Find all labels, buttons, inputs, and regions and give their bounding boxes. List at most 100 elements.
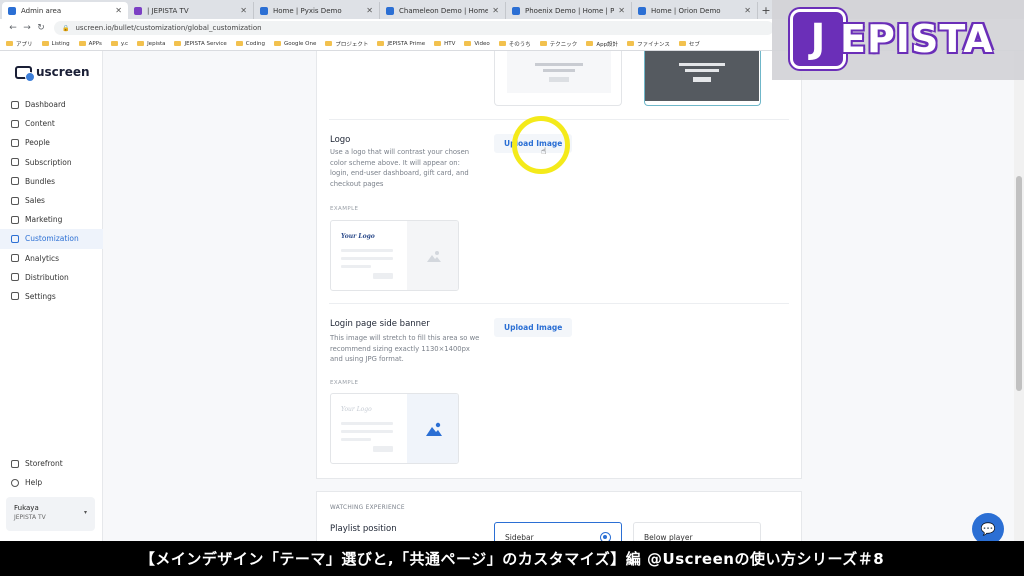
sidebar-item-analytics[interactable]: Analytics xyxy=(0,249,103,268)
reload-icon[interactable]: ↻ xyxy=(34,23,48,33)
bookmark-item[interactable]: Google One xyxy=(274,41,316,47)
bookmark-label: JEPISTA Prime xyxy=(387,40,426,47)
light-theme-preview xyxy=(507,51,611,93)
sidebar-item-label: Analytics xyxy=(25,253,60,263)
example-logo-text: Your Logo xyxy=(341,233,375,240)
bookmark-item[interactable]: プロジェクト xyxy=(325,40,368,48)
folder-icon xyxy=(678,41,686,46)
content-icon xyxy=(11,119,19,128)
tab-favicon-icon xyxy=(8,6,16,15)
close-icon[interactable]: ✕ xyxy=(744,6,751,15)
section-divider xyxy=(329,119,789,120)
bookmark-label: そのうち xyxy=(508,41,531,48)
bookmark-item[interactable]: そのうち xyxy=(498,40,531,48)
sidebar-bottom-nav: Storefront Help xyxy=(0,454,103,492)
brand-logo[interactable]: uscreen xyxy=(15,65,90,82)
account-switcher[interactable]: Fukaya JEPISTA TV ▾ xyxy=(6,497,95,531)
sidebar-item-settings[interactable]: Settings xyxy=(0,287,103,306)
browser-tab[interactable]: Home | Pyxis Demo ✕ xyxy=(254,2,380,19)
sidebar-item-customization[interactable]: Customization xyxy=(0,229,103,249)
close-icon[interactable]: ✕ xyxy=(492,6,499,15)
browser-tab[interactable]: | JEPISTA TV ✕ xyxy=(128,2,254,19)
bookmark-item[interactable]: セブ xyxy=(678,40,700,48)
bookmark-label: HTV xyxy=(444,40,456,47)
page-scrollbar[interactable] xyxy=(1014,51,1024,541)
browser-tab[interactable]: Home | Orion Demo ✕ xyxy=(632,2,758,19)
sidebar-item-people[interactable]: People xyxy=(0,133,103,152)
jepista-logo-mark: J xyxy=(790,9,846,69)
bookmark-item[interactable]: アプリ xyxy=(6,40,33,48)
dashboard-icon xyxy=(11,100,19,109)
logo-section-title: Logo xyxy=(330,135,351,145)
folder-icon xyxy=(325,41,333,46)
jepista-logo: J EPISTA xyxy=(790,8,1012,70)
browser-tab[interactable]: Chameleon Demo | Home ✕ xyxy=(380,2,506,19)
sidebar-item-subscription[interactable]: Subscription xyxy=(0,153,103,172)
sidebar-item-distribution[interactable]: Distribution xyxy=(0,268,103,287)
bookmark-item[interactable]: Listing xyxy=(41,41,70,47)
sidebar-item-content[interactable]: Content xyxy=(0,114,103,133)
close-icon[interactable]: ✕ xyxy=(366,6,373,15)
theme-option-dark[interactable] xyxy=(644,51,761,106)
folder-icon xyxy=(78,41,86,46)
url-input[interactable]: 🔒 uscreen.io/bullet/customization/global… xyxy=(54,21,774,35)
bookmark-item[interactable]: Jepista xyxy=(137,41,165,47)
banner-section-description: This image will stretch to fill this are… xyxy=(330,334,480,363)
bookmark-item[interactable]: HTV xyxy=(434,41,455,47)
bookmark-item[interactable]: テクニック xyxy=(539,40,577,48)
sidebar-item-sales[interactable]: Sales xyxy=(0,191,103,210)
tab-label: Phoenix Demo | Home | Phoenix xyxy=(525,6,615,15)
upload-banner-button[interactable]: Upload Image xyxy=(494,318,573,337)
bookmark-item[interactable]: JEPISTA Prime xyxy=(377,41,425,47)
bookmark-item[interactable]: JEPISTA Service xyxy=(174,41,227,47)
sidebar-nav: Dashboard Content People Subscription Bundle… xyxy=(0,95,103,306)
sidebar-item-label: People xyxy=(25,138,50,148)
playlist-position-title: Playlist position xyxy=(330,524,397,534)
watching-section-label: WATCHING EXPERIENCE xyxy=(330,505,405,511)
video-subtitle: 【メインデザイン「テーマ」選びと,「共通ページ」のカスタマイズ】編 @Uscre… xyxy=(0,541,1024,576)
close-icon[interactable]: ✕ xyxy=(240,6,247,15)
bookmark-item[interactable]: y.c xyxy=(110,41,128,47)
folder-icon xyxy=(586,41,594,46)
bookmark-item[interactable]: APPs xyxy=(78,41,102,47)
chevron-down-icon: ▾ xyxy=(83,509,87,516)
sidebar-item-label: Help xyxy=(25,478,43,488)
tab-favicon-icon xyxy=(512,6,520,15)
folder-icon xyxy=(498,41,506,46)
customization-icon xyxy=(11,234,19,243)
folder-icon xyxy=(377,41,385,46)
sidebar-item-label: Dashboard xyxy=(25,100,66,110)
bookmark-label: アプリ xyxy=(16,41,33,48)
sidebar-item-bundles[interactable]: Bundles xyxy=(0,172,103,191)
user-org: JEPISTA TV xyxy=(14,514,46,521)
bookmark-item[interactable]: ファイナンス xyxy=(627,40,670,48)
tab-favicon-icon xyxy=(260,6,268,15)
close-icon[interactable]: ✕ xyxy=(115,6,122,15)
sidebar: uscreen Dashboard Content People Subscripti… xyxy=(0,51,103,541)
forward-icon[interactable]: → xyxy=(20,23,34,33)
bookmark-item[interactable]: Coding xyxy=(235,41,265,47)
sidebar-item-help[interactable]: Help xyxy=(0,473,103,492)
folder-icon xyxy=(464,41,472,46)
folder-icon xyxy=(174,41,182,46)
sidebar-item-label: Subscription xyxy=(25,157,72,167)
sidebar-item-marketing[interactable]: Marketing xyxy=(0,210,103,229)
sidebar-item-label: Content xyxy=(25,119,55,129)
close-icon[interactable]: ✕ xyxy=(618,6,625,15)
scrollbar-thumb[interactable] xyxy=(1016,176,1022,391)
back-icon[interactable]: ← xyxy=(6,23,20,33)
sidebar-item-label: Storefront xyxy=(25,459,63,469)
bookmark-item[interactable]: Video xyxy=(464,40,490,47)
hand-cursor-icon: ☝ xyxy=(541,147,547,157)
highlight-circle xyxy=(512,116,570,174)
browser-tab[interactable]: Phoenix Demo | Home | Phoenix ✕ xyxy=(506,2,632,19)
folder-icon xyxy=(6,41,13,46)
sidebar-item-dashboard[interactable]: Dashboard xyxy=(0,95,103,114)
bookmark-label: Video xyxy=(474,40,490,47)
theme-option-light[interactable] xyxy=(494,51,622,106)
sidebar-item-label: Sales xyxy=(25,196,45,206)
bookmark-item[interactable]: App設計 xyxy=(586,40,618,48)
browser-tab[interactable]: Admin area ✕ xyxy=(2,2,128,19)
sidebar-item-storefront[interactable]: Storefront xyxy=(0,454,103,473)
folder-icon xyxy=(41,41,49,46)
